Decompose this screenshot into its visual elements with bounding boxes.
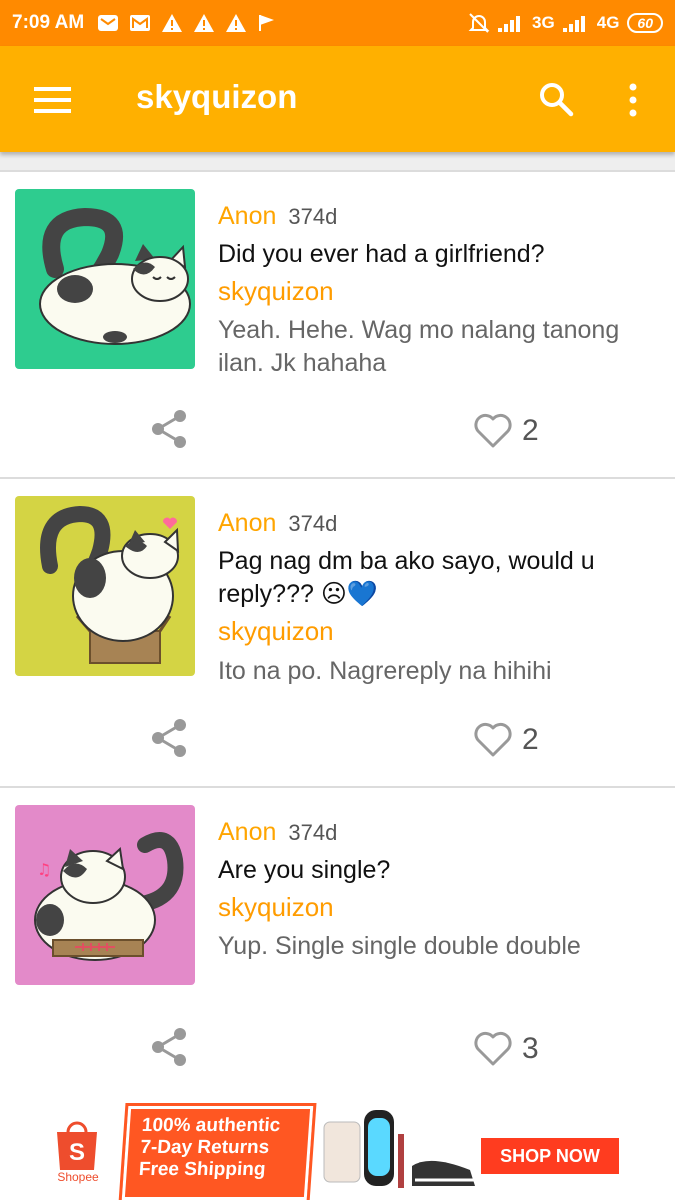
- answerer-name[interactable]: skyquizon: [218, 892, 334, 923]
- avatar[interactable]: [15, 496, 195, 676]
- product-image: [323, 1110, 475, 1188]
- heart-icon: [474, 413, 512, 448]
- like-count: 2: [522, 723, 539, 756]
- share-icon[interactable]: [150, 409, 188, 449]
- answerer-name[interactable]: skyquizon: [218, 276, 334, 307]
- network-4g: 4G: [596, 13, 620, 32]
- app-bar: skyquizon: [0, 46, 675, 152]
- post-meta: Anon 374d: [218, 202, 337, 231]
- like-count: 2: [522, 414, 539, 447]
- signal-icon: [498, 16, 521, 32]
- promo-line: 100% authentic: [141, 1115, 281, 1136]
- notification-icons: [98, 14, 276, 32]
- svg-text:♫: ♫: [37, 860, 51, 879]
- cat-avatar-icon: [15, 189, 195, 369]
- promo-line: 7-Day Returns: [139, 1137, 270, 1158]
- asker-name: Anon: [218, 509, 277, 537]
- list-item[interactable]: ♫ Anon 374d Are you single? skyquizon Yup…: [0, 788, 675, 1097]
- post-meta: Anon 374d: [218, 818, 337, 847]
- status-right: 3G 4G 60: [468, 12, 663, 34]
- gmail-icon: [130, 15, 151, 31]
- ad-banner[interactable]: S Shopee 100% authentic 7-Day Returns Fr…: [0, 1092, 675, 1200]
- shopee-bag-icon: S: [57, 1121, 97, 1170]
- answerer-name[interactable]: skyquizon: [218, 616, 334, 647]
- warning-icon: [226, 14, 247, 32]
- promo-line: Free Shipping: [138, 1159, 267, 1180]
- share-icon[interactable]: [150, 718, 188, 758]
- post-age: 374d: [288, 204, 338, 229]
- post-list: Anon 374d Did you ever had a girlfriend? …: [0, 170, 675, 1097]
- like-button[interactable]: 2: [474, 722, 539, 758]
- flag-icon: [259, 15, 275, 31]
- status-bar: 7:09 AM 3G 4G 60: [0, 0, 675, 46]
- more-options-icon[interactable]: [626, 82, 640, 118]
- cat-avatar-icon: ♫: [15, 805, 195, 985]
- avatar[interactable]: ♫: [15, 805, 195, 985]
- like-count: 3: [522, 1032, 539, 1065]
- shop-now-button[interactable]: SHOP NOW: [481, 1138, 619, 1174]
- search-icon[interactable]: [538, 81, 574, 117]
- mute-bell-icon: [468, 13, 490, 33]
- mail-icon: [98, 15, 119, 31]
- question-text: Did you ever had a girlfriend?: [218, 240, 545, 268]
- post-age: 374d: [288, 511, 338, 536]
- ad-brand: Shopee: [57, 1170, 99, 1184]
- hamburger-menu-icon[interactable]: [34, 86, 71, 114]
- post-age: 374d: [288, 820, 338, 845]
- question-text: Pag nag dm ba ako sayo, would u reply???…: [218, 547, 595, 608]
- asker-name: Anon: [218, 818, 277, 846]
- answer-text: Yeah. Hehe. Wag mo nalang tanong ilan. J…: [218, 316, 620, 377]
- question-text: Are you single?: [218, 856, 391, 884]
- battery-indicator: 60: [627, 13, 663, 33]
- signal-icon: [562, 16, 585, 32]
- heart-icon: [474, 1031, 512, 1066]
- avatar[interactable]: [15, 189, 195, 369]
- status-time: 7:09 AM: [12, 12, 85, 33]
- heart-icon: [474, 722, 512, 757]
- warning-icon: [162, 14, 183, 32]
- cat-avatar-icon: [15, 496, 195, 676]
- list-item[interactable]: Anon 374d Did you ever had a girlfriend? …: [0, 170, 675, 479]
- network-3g: 3G: [532, 13, 555, 32]
- asker-name: Anon: [218, 202, 277, 230]
- answer-text: Ito na po. Nagrereply na hihihi: [218, 657, 552, 685]
- answer-text: Yup. Single single double double: [218, 932, 581, 960]
- list-item[interactable]: Anon 374d Pag nag dm ba ako sayo, would u…: [0, 479, 675, 788]
- share-icon[interactable]: [150, 1027, 188, 1067]
- promo-box: 100% authentic 7-Day Returns Free Shippi…: [118, 1103, 317, 1200]
- like-button[interactable]: 3: [474, 1031, 539, 1067]
- page-title: skyquizon: [136, 78, 298, 115]
- warning-icon: [194, 14, 215, 32]
- post-meta: Anon 374d: [218, 509, 337, 538]
- like-button[interactable]: 2: [474, 413, 539, 449]
- svg-text:S: S: [69, 1139, 85, 1166]
